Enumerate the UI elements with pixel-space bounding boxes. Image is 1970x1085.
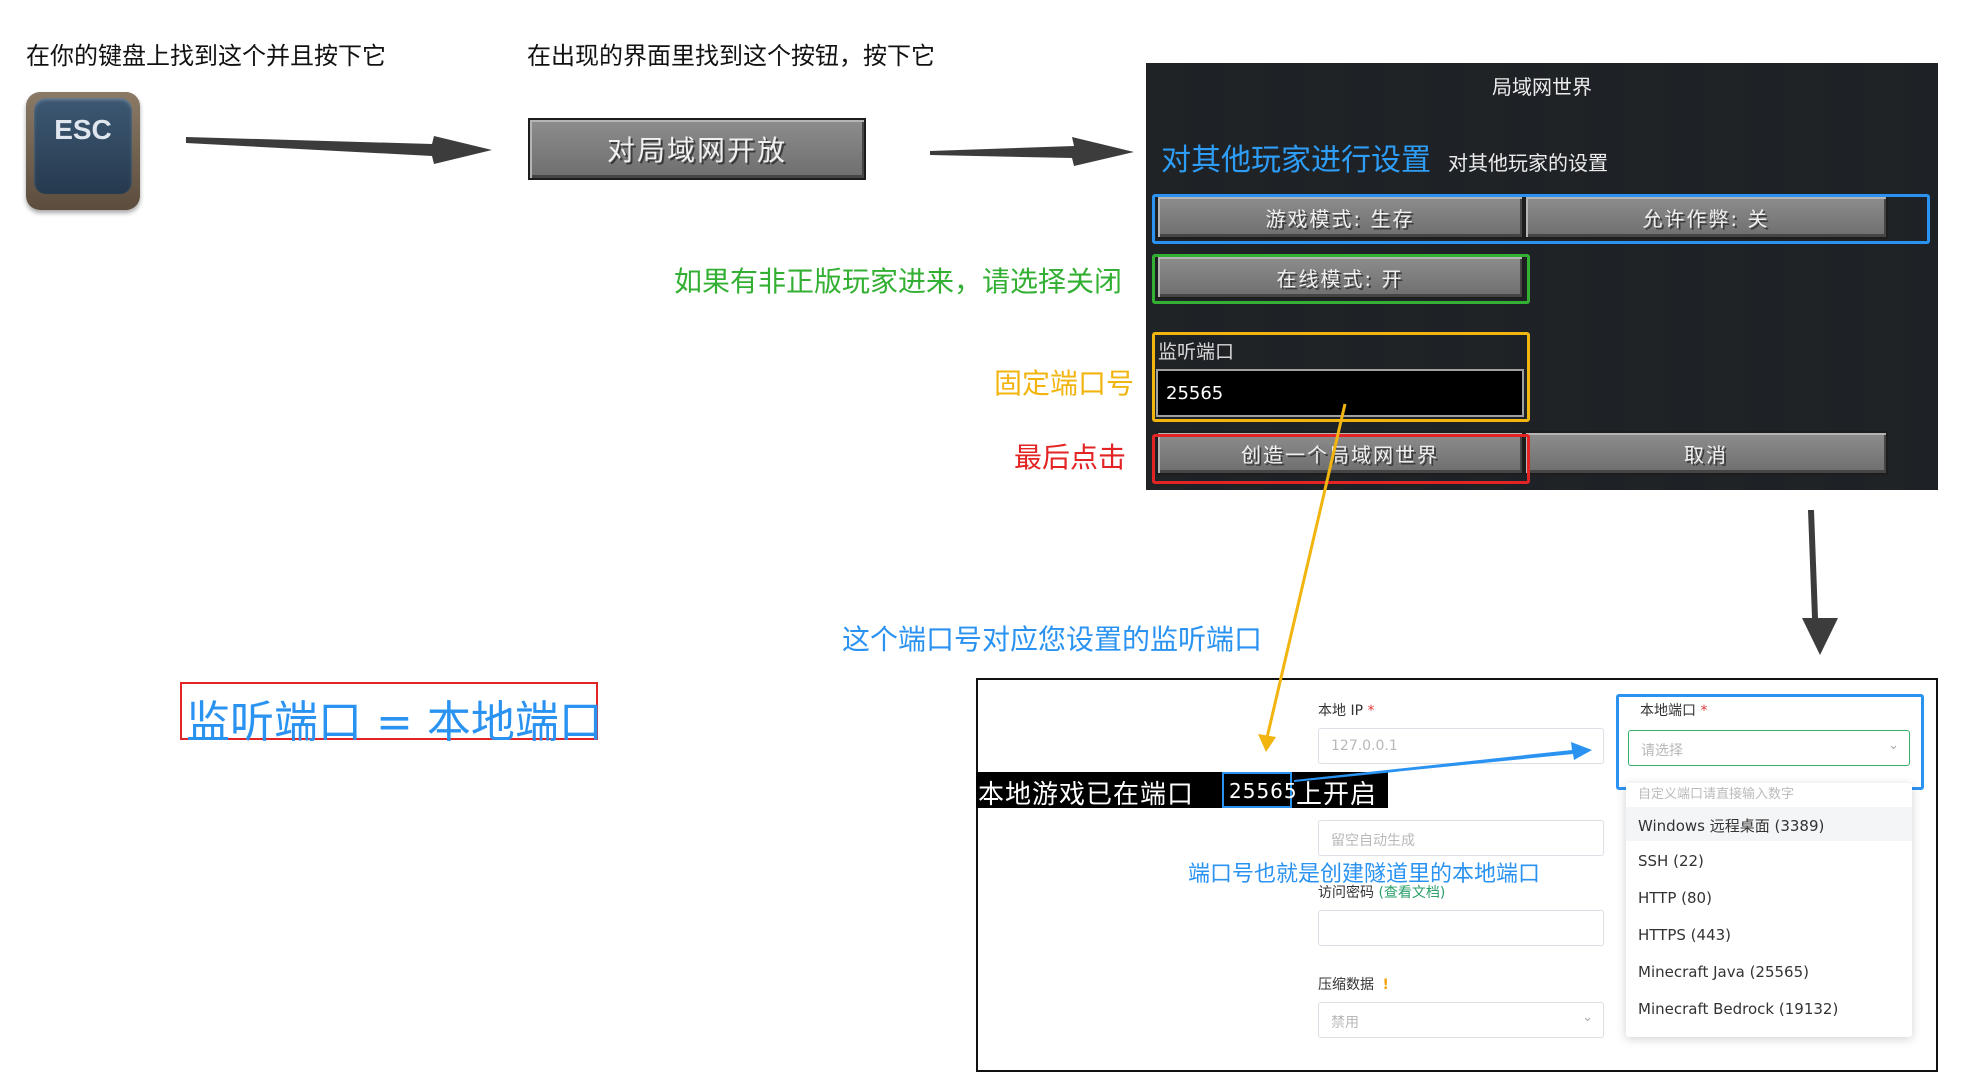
arrow-message-to-local-port [1294,742,1592,782]
arrow-port-to-message-head [1258,734,1276,752]
arrow-button-to-panel [930,137,1134,166]
arrow-port-to-message [1264,403,1347,743]
arrow-esc-to-button [186,136,492,164]
arrow-panel-to-form [1802,510,1838,655]
arrows-layer [186,136,1838,782]
